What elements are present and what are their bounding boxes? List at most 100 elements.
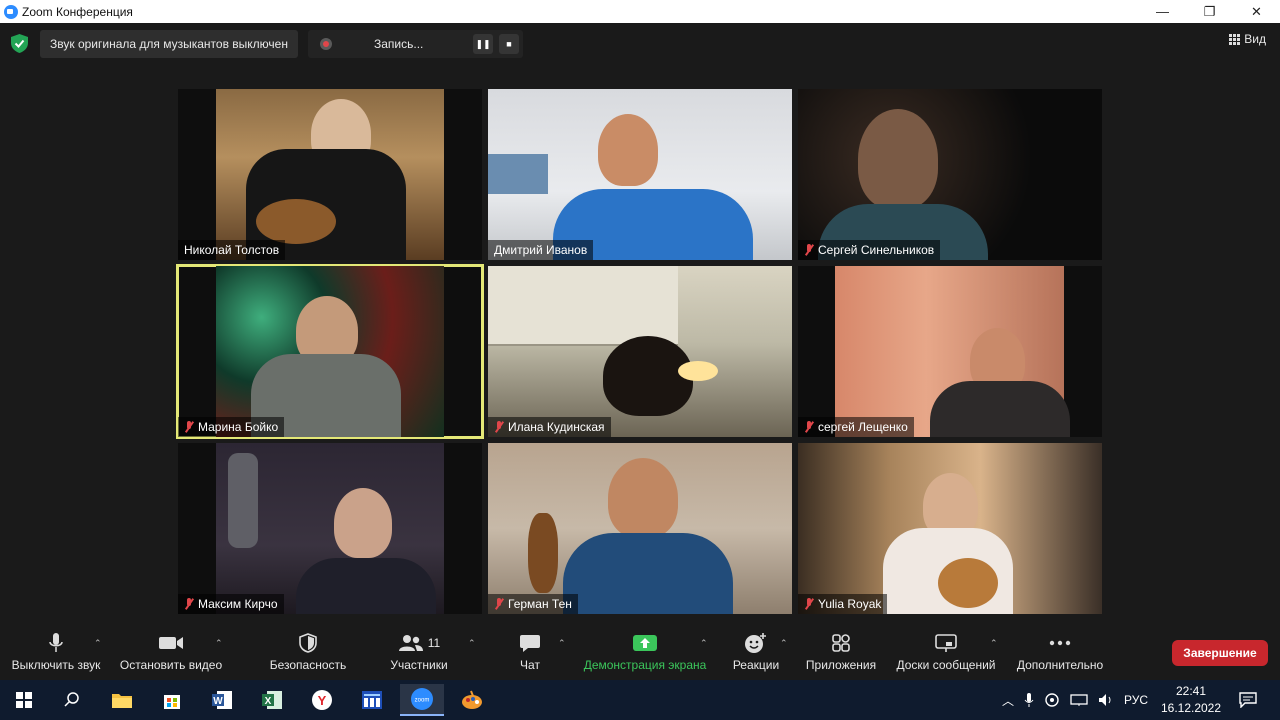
folder-icon	[112, 694, 132, 708]
minimize-button[interactable]: —	[1139, 0, 1186, 23]
close-button[interactable]: ✕	[1233, 0, 1280, 23]
system-clock[interactable]: 22:41 16.12.2022	[1150, 683, 1232, 717]
video-tile-3[interactable]: Сергей Синельников	[798, 89, 1102, 260]
mute-button[interactable]: Выключить звук	[8, 628, 104, 680]
start-button[interactable]	[4, 684, 44, 716]
apps-label: Приложения	[805, 658, 877, 672]
whiteboards-button[interactable]: Доски сообщений	[892, 628, 1000, 680]
reactions-button[interactable]: Реакции	[728, 628, 784, 680]
recording-indicator: Запись... ❚❚ ■	[308, 30, 523, 58]
muted-mic-icon	[804, 421, 814, 433]
audio-options-caret[interactable]: ⌃	[94, 638, 102, 649]
participants-label: Участники	[390, 658, 448, 672]
participant-name-tag: сергей Лещенко	[798, 417, 914, 437]
network-tray-icon[interactable]	[1070, 693, 1088, 707]
window-controls: — ❐ ✕	[1139, 0, 1280, 23]
zoom-app-icon: zoom	[411, 688, 433, 710]
maximize-button[interactable]: ❐	[1186, 0, 1233, 23]
share-options-caret[interactable]: ⌃	[700, 638, 708, 649]
participants-button[interactable]: 11 Участники	[386, 628, 452, 680]
chat-label: Чат	[520, 658, 540, 672]
more-dots-icon	[1049, 640, 1071, 646]
zoom-taskbar-button[interactable]: zoom	[400, 684, 444, 716]
encryption-shield-icon[interactable]	[11, 34, 28, 53]
video-feed	[798, 443, 1102, 614]
participant-name-tag: Максим Кирчо	[178, 594, 284, 614]
show-hidden-icons-chevron-icon[interactable]: ︿	[1002, 692, 1014, 709]
participant-name: Марина Бойко	[198, 420, 279, 434]
reactions-options-caret[interactable]: ⌃	[780, 638, 788, 649]
store-bag-icon	[164, 695, 180, 709]
search-button[interactable]	[52, 684, 92, 716]
window-title: Zoom Конференция	[22, 4, 133, 19]
store-taskbar-button[interactable]	[152, 684, 192, 716]
muted-mic-icon	[184, 598, 194, 610]
original-sound-status[interactable]: Звук оригинала для музыкантов выключен	[40, 30, 298, 58]
whiteboards-options-caret[interactable]: ⌃	[990, 638, 998, 649]
share-screen-icon	[633, 635, 657, 651]
stop-recording-button[interactable]: ■	[499, 34, 519, 54]
notifications-button[interactable]	[1228, 684, 1268, 716]
word-taskbar-button[interactable]: W	[202, 684, 242, 716]
recording-label: Запись...	[374, 37, 424, 51]
chat-bubble-icon	[520, 635, 540, 652]
grid-view-icon	[1229, 33, 1241, 45]
video-label: Остановить видео	[119, 658, 223, 672]
security-shield-icon	[299, 633, 317, 653]
participant-name-tag: Yulia Royak	[798, 594, 888, 614]
chat-options-caret[interactable]: ⌃	[558, 638, 566, 649]
yandex-browser-icon: Y	[312, 690, 332, 710]
share-screen-button[interactable]: Демонстрация экрана	[580, 628, 710, 680]
video-tile-2[interactable]: Дмитрий Иванов	[488, 89, 792, 260]
video-tile-6[interactable]: сергей Лещенко	[798, 266, 1102, 437]
windows-logo-icon	[16, 692, 32, 708]
clock-time: 22:41	[1175, 684, 1207, 698]
view-label: Вид	[1244, 32, 1266, 46]
volume-tray-icon[interactable]	[1098, 693, 1114, 707]
yandex-browser-taskbar-button[interactable]: Y	[302, 684, 342, 716]
participant-name: Илана Кудинская	[508, 420, 605, 434]
pause-recording-button[interactable]: ❚❚	[473, 34, 493, 54]
more-button[interactable]: Дополнительно	[1012, 628, 1108, 680]
video-tile-8[interactable]: Герман Тен	[488, 443, 792, 614]
security-label: Безопасность	[269, 658, 347, 672]
app-taskbar-button[interactable]	[352, 684, 392, 716]
reactions-label: Реакции	[732, 658, 780, 672]
participants-count: 11	[427, 636, 441, 650]
muted-mic-icon	[184, 421, 194, 433]
end-meeting-button[interactable]: Завершение	[1172, 640, 1268, 666]
input-language[interactable]: РУС	[1124, 693, 1148, 707]
chat-button[interactable]: Чат	[510, 628, 550, 680]
stop-video-button[interactable]: Остановить видео	[116, 628, 226, 680]
participant-name: Дмитрий Иванов	[494, 243, 588, 257]
participant-name: сергей Лещенко	[818, 420, 908, 434]
file-explorer-taskbar-button[interactable]	[102, 684, 142, 716]
video-tile-9[interactable]: Yulia Royak	[798, 443, 1102, 614]
whiteboard-icon	[935, 634, 957, 652]
participants-options-caret[interactable]: ⌃	[468, 638, 476, 649]
apps-button[interactable]: Приложения	[802, 628, 880, 680]
paint-app-taskbar-button[interactable]	[452, 684, 492, 716]
video-tile-4[interactable]: Марина Бойко	[176, 264, 484, 439]
participant-name-tag: Сергей Синельников	[798, 240, 941, 260]
security-button[interactable]: Безопасность	[266, 628, 350, 680]
search-icon	[64, 692, 79, 707]
location-tray-icon[interactable]	[1044, 692, 1060, 708]
video-feed	[216, 443, 444, 614]
reaction-smiley-icon	[745, 633, 766, 653]
video-tile-7[interactable]: Максим Кирчо	[178, 443, 482, 614]
video-tile-5[interactable]: Илана Кудинская	[488, 266, 792, 437]
video-feed	[488, 266, 792, 437]
participant-name: Герман Тен	[508, 597, 572, 611]
participant-name-tag: Герман Тен	[488, 594, 578, 614]
microphone-tray-icon[interactable]	[1024, 692, 1034, 708]
video-options-caret[interactable]: ⌃	[215, 638, 223, 649]
video-tile-1[interactable]: Николай Толстов	[178, 89, 482, 260]
original-sound-label: Звук оригинала для музыкантов выключен	[50, 37, 288, 51]
excel-taskbar-button[interactable]: X	[252, 684, 292, 716]
word-icon: W	[212, 691, 232, 709]
view-button[interactable]: Вид	[1229, 32, 1266, 46]
video-feed	[488, 89, 792, 260]
palette-app-icon	[462, 690, 482, 709]
clock-date: 16.12.2022	[1160, 701, 1222, 715]
